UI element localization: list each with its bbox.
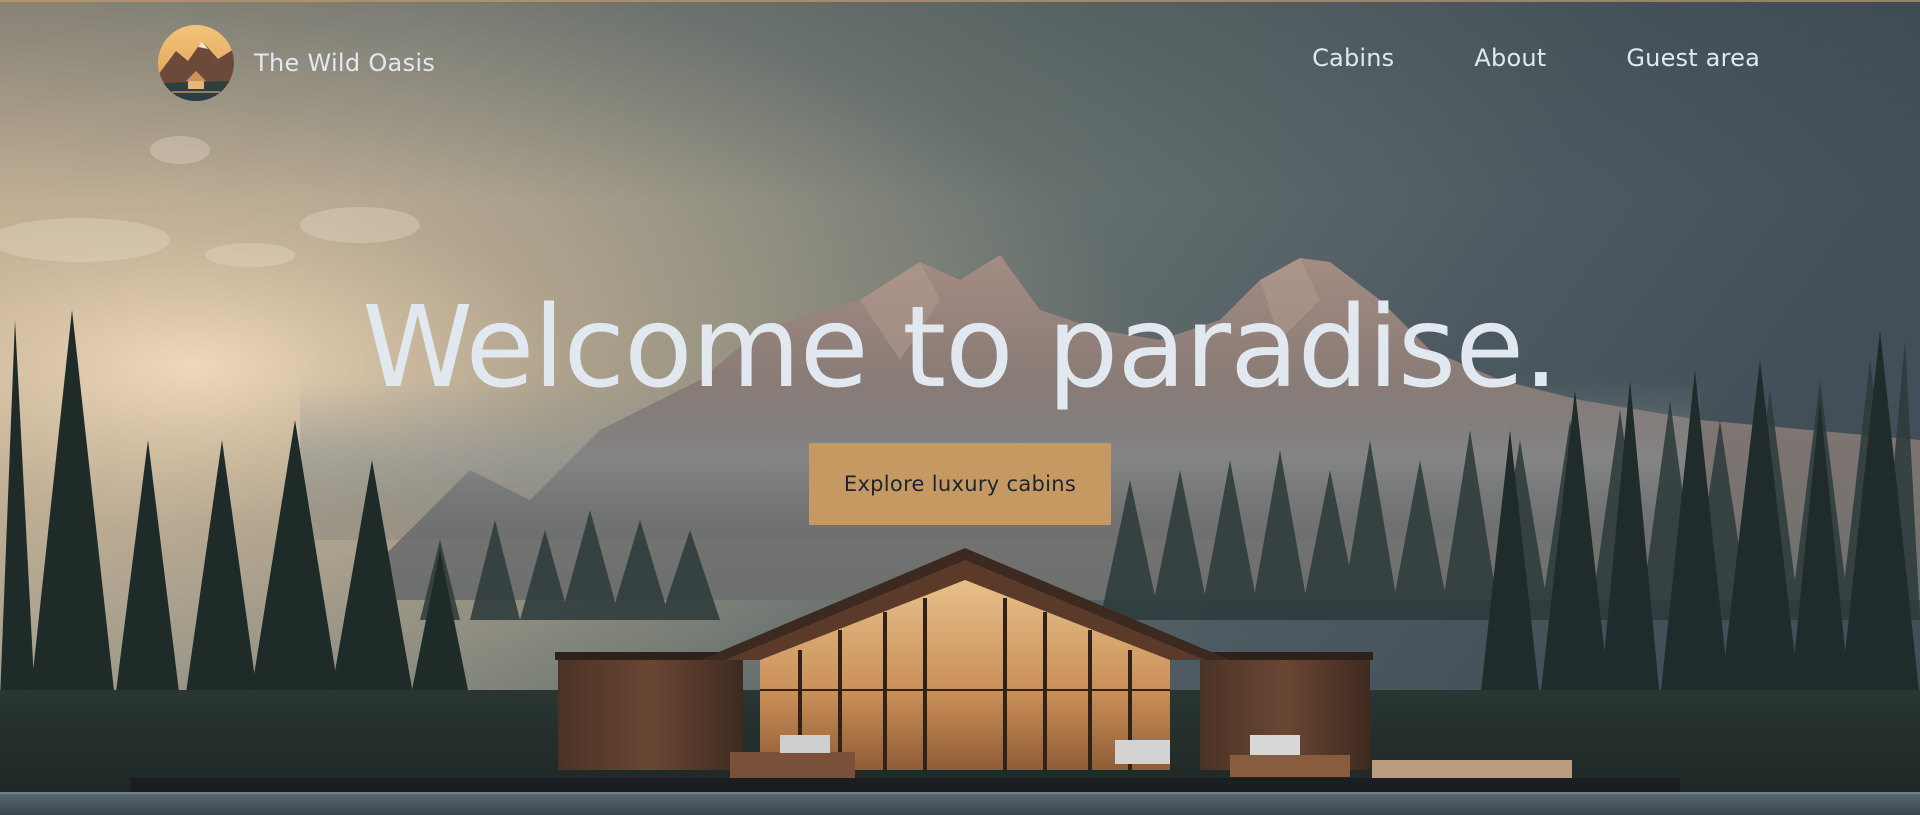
hero-title: Welcome to paradise. — [362, 283, 1558, 413]
logo-link[interactable]: The Wild Oasis — [158, 25, 435, 101]
nav-link-guest-area[interactable]: Guest area — [1626, 44, 1760, 72]
cabin-logo-icon — [158, 25, 234, 101]
site-header: The Wild Oasis Cabins About Guest area — [0, 0, 1920, 124]
brand-name: The Wild Oasis — [254, 49, 436, 77]
explore-cabins-button[interactable]: Explore luxury cabins — [809, 443, 1111, 525]
nav-link-cabins[interactable]: Cabins — [1312, 44, 1394, 72]
main-nav: Cabins About Guest area — [1312, 44, 1760, 72]
nav-link-about[interactable]: About — [1474, 44, 1546, 72]
hero-section: Welcome to paradise. Explore luxury cabi… — [0, 283, 1920, 525]
landing-page: The Wild Oasis Cabins About Guest area W… — [0, 0, 1920, 815]
